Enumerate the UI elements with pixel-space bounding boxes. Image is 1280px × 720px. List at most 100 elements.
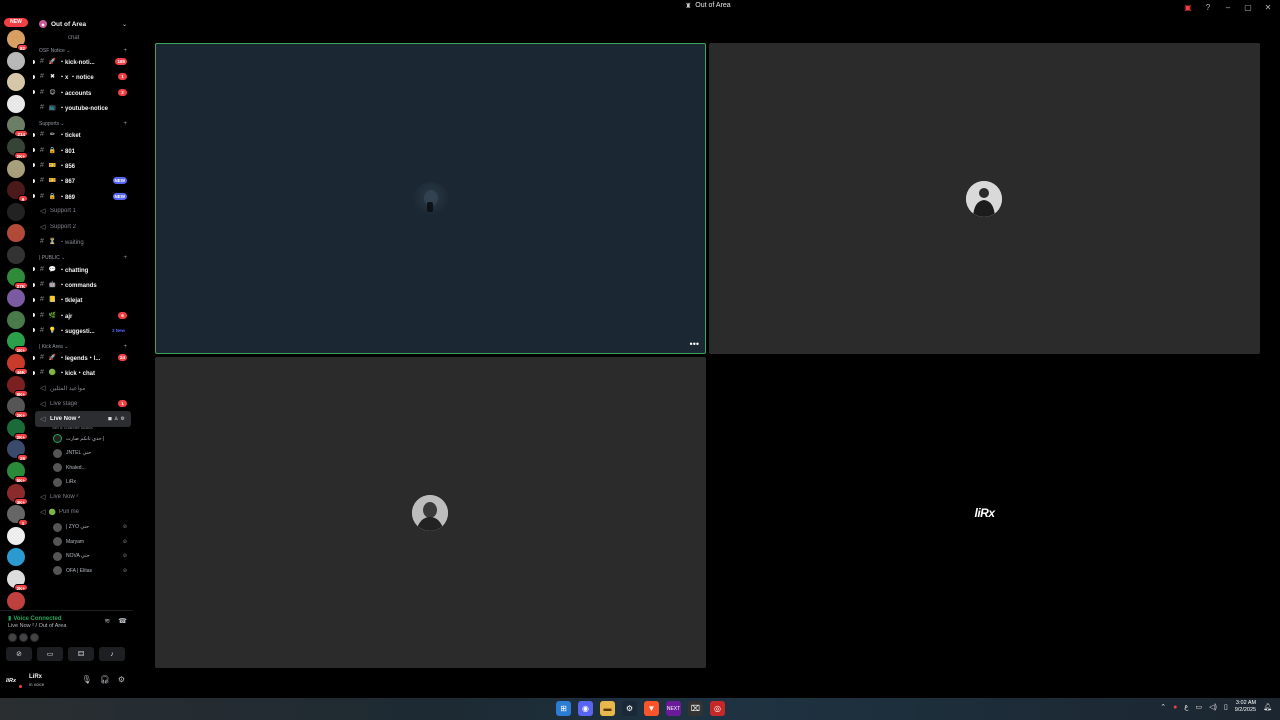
server-icon[interactable]	[7, 246, 25, 264]
headphones-icon[interactable]: 🎧︎	[100, 675, 110, 684]
server-icon[interactable]	[7, 289, 25, 308]
participant-tile[interactable]	[155, 357, 706, 668]
text-channel[interactable]: # 🎫 ・867 NEW	[33, 173, 133, 188]
voice-user[interactable]: JNTEL حتي	[33, 446, 133, 461]
gear-icon[interactable]: ⚙	[121, 416, 125, 422]
text-channel[interactable]: # 🚀 ・kick-noti... 185	[33, 54, 133, 69]
server-icon[interactable]: 2K+	[7, 397, 28, 419]
gear-icon[interactable]: ⚙	[118, 675, 125, 684]
text-channel[interactable]: chat	[33, 34, 133, 42]
chat-icon[interactable]: ◼	[108, 416, 112, 422]
server-icon[interactable]: 46K	[7, 354, 28, 375]
text-channel[interactable]: # 🟢 ・kick・chat	[33, 365, 133, 380]
minimize-button[interactable]: –	[1220, 1, 1236, 13]
server-icon[interactable]	[7, 159, 25, 178]
server-icon[interactable]	[7, 526, 25, 545]
voice-user[interactable]: | ZYO حتي ⊘	[33, 520, 133, 535]
server-icon[interactable]: 214	[7, 116, 28, 138]
server-icon[interactable]	[7, 73, 25, 92]
notification-bell-icon[interactable]: 🔔︎	[1263, 703, 1272, 711]
disconnect-icon[interactable]: ☎	[118, 617, 127, 625]
maximize-button[interactable]: ▢	[1240, 1, 1256, 13]
text-channel[interactable]: # 📒 ・tklejat	[33, 292, 133, 307]
activities-button[interactable]: ⚃	[68, 647, 94, 661]
voice-user[interactable]: NOVA حتي ⊘	[33, 549, 133, 564]
voice-status[interactable]: ▮ Voice Connected	[8, 615, 62, 622]
voice-channel[interactable]: # ⏳ ・waiting	[33, 234, 133, 249]
microphone-icon[interactable]: 🎙︎	[82, 675, 92, 684]
more-options-button[interactable]: •••	[690, 339, 699, 349]
voice-channel[interactable]: ◁ Support 2	[33, 219, 133, 234]
avatar[interactable]	[19, 633, 28, 642]
clock[interactable]: 3:02 AM 9/2/2025	[1235, 700, 1256, 714]
server-icon[interactable]: 2K+	[7, 570, 28, 591]
language-indicator[interactable]: ع	[1184, 703, 1188, 711]
network-icon[interactable]: ▭	[1195, 703, 1202, 711]
add-channel-icon[interactable]: +	[123, 48, 127, 54]
voice-channel[interactable]: ◁ Live stage 1	[33, 396, 133, 411]
voice-user[interactable]: LiRx	[33, 475, 133, 490]
server-icon[interactable]	[7, 51, 25, 70]
server-icon[interactable]: 1	[7, 505, 28, 527]
add-channel-icon[interactable]: +	[123, 121, 127, 127]
server-icon[interactable]: 5K+	[7, 462, 28, 483]
server-icon[interactable]: 26	[7, 440, 28, 462]
channel-category[interactable]: | PUBLIC ⌄ +	[33, 250, 133, 262]
participant-tile[interactable]: liRx	[709, 357, 1260, 668]
volume-icon[interactable]: ◁)	[1209, 703, 1217, 711]
server-icon[interactable]	[7, 202, 25, 221]
soundboard-button[interactable]: ♪	[99, 647, 125, 661]
text-channel[interactable]: # 📺 ・youtube-notice	[33, 100, 133, 115]
voice-channel[interactable]: ◁ Support 1	[33, 204, 133, 219]
voice-channel-active[interactable]: ◁ Live Now ² ◼ ♙ ⚙	[35, 411, 131, 427]
noise-suppression-icon[interactable]: ≋	[104, 617, 110, 625]
text-channel[interactable]: # 🚀 ・legends・l... 24	[33, 350, 133, 365]
voice-user[interactable]: Khaled...	[33, 461, 133, 476]
server-icon[interactable]: 2K+	[7, 418, 28, 440]
text-channel[interactable]: # 💬 ・chatting	[33, 262, 133, 277]
invite-icon[interactable]: ♙	[114, 416, 118, 422]
avatar[interactable]	[8, 633, 17, 642]
text-channel[interactable]: # 💡 ・suggesti... 3 New	[33, 323, 133, 338]
server-icon[interactable]: 3K+	[7, 483, 28, 505]
avatar[interactable]	[30, 633, 39, 642]
camera-button[interactable]: ⊘	[6, 647, 32, 661]
server-icon[interactable]	[7, 548, 25, 567]
add-channel-icon[interactable]: +	[123, 344, 127, 350]
voice-user[interactable]: OFA | Elitas ⊘	[33, 564, 133, 579]
voice-channel[interactable]: ◁ 🟢 Pull me	[33, 505, 133, 520]
app-icon[interactable]: NEXT	[666, 701, 681, 716]
battery-icon[interactable]: ▯	[1224, 703, 1228, 711]
server-icon[interactable]: 82	[7, 30, 28, 51]
text-channel[interactable]: # ✖ ・x ・notice 1	[33, 69, 133, 84]
user-name[interactable]: LiRx	[29, 674, 42, 680]
new-badge[interactable]: NEW	[4, 18, 28, 27]
server-icon[interactable]	[7, 591, 25, 610]
text-channel[interactable]: # 🌿 ・ajr 6	[33, 307, 133, 322]
channel-category[interactable]: Supports ⌄ +	[33, 115, 133, 127]
server-icon[interactable]	[7, 224, 25, 243]
server-icon[interactable]	[7, 94, 25, 113]
text-channel[interactable]: # 🎫 ・856	[33, 158, 133, 173]
app-icon[interactable]: ⌧	[688, 701, 703, 716]
voice-location[interactable]: Live Now ² / Out of Area	[8, 623, 66, 629]
add-channel-icon[interactable]: +	[123, 255, 127, 261]
participant-tile-speaking[interactable]: •••	[155, 43, 706, 354]
brave-icon[interactable]: ▼	[644, 701, 659, 716]
discord-icon[interactable]: ◉	[578, 701, 593, 716]
text-channel[interactable]: # 🤖 ・commands	[33, 277, 133, 292]
help-icon[interactable]: ?	[1200, 1, 1216, 13]
channel-category[interactable]: OSF Notice ⌄ +	[33, 42, 133, 54]
server-icon[interactable]: 1K+	[7, 332, 28, 354]
chevron-up-icon[interactable]: ⌃	[1160, 703, 1166, 711]
folder-icon[interactable]: ▬	[600, 701, 615, 716]
chrome-icon[interactable]: ◎	[710, 701, 725, 716]
voice-channel[interactable]: ◁ Live Now ²	[33, 490, 133, 505]
text-channel[interactable]: # 🔒 ・869 NEW	[33, 188, 133, 203]
screen-share-button[interactable]: ▭	[37, 647, 63, 661]
server-icon[interactable]: 9	[7, 181, 28, 203]
mic-tray-icon[interactable]: ●	[1173, 704, 1177, 711]
server-icon[interactable]	[7, 310, 25, 329]
server-icon[interactable]: 2K+	[7, 138, 28, 159]
participant-tile[interactable]	[709, 43, 1260, 354]
